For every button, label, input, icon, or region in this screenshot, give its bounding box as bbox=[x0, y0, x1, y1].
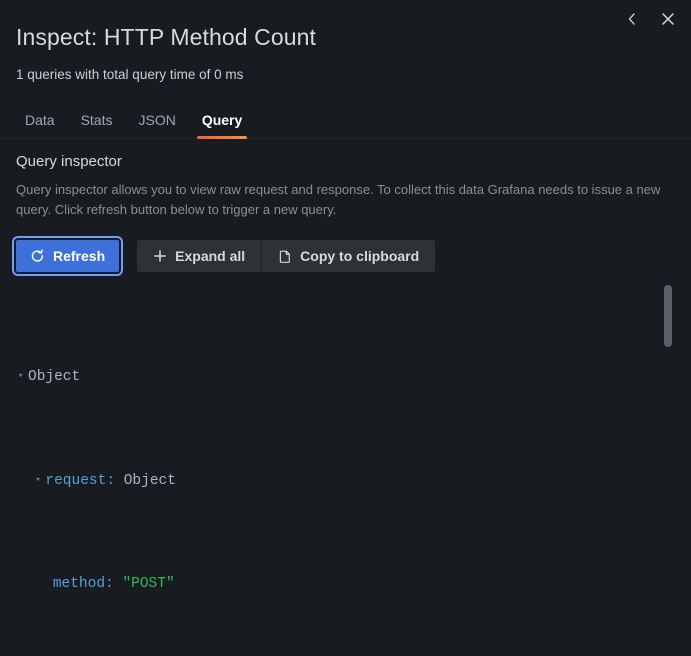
page-title: Inspect: HTTP Method Count bbox=[16, 24, 317, 50]
json-key-request: request: bbox=[45, 473, 116, 489]
close-icon[interactable] bbox=[655, 6, 681, 32]
json-value-method: "POST" bbox=[122, 576, 175, 592]
tab-json[interactable]: JSON bbox=[129, 112, 184, 138]
json-key-method: method: bbox=[52, 576, 114, 592]
vertical-scrollbar-thumb[interactable] bbox=[664, 285, 672, 347]
refresh-button[interactable]: Refresh bbox=[11, 236, 124, 276]
refresh-icon bbox=[30, 248, 45, 264]
query-inspector-drawer: Inspect: HTTP Method Count 1 queries wit… bbox=[0, 0, 691, 656]
json-row-method[interactable]: method: "POST" bbox=[18, 571, 675, 597]
inspector-body: Query inspector Query inspector allows y… bbox=[0, 139, 691, 656]
section-description: Query inspector allows you to view raw r… bbox=[16, 180, 675, 220]
json-tree: ▾ Object ▾ request: Object method: "POST" … bbox=[16, 285, 675, 656]
expand-all-button[interactable]: Expand all bbox=[137, 240, 262, 272]
expand-all-label: Expand all bbox=[175, 248, 246, 264]
copy-to-clipboard-button[interactable]: Copy to clipboard bbox=[261, 240, 436, 272]
chevron-down-icon[interactable]: ▾ bbox=[18, 363, 28, 389]
json-value-request-type: Object bbox=[123, 473, 176, 489]
json-row-request[interactable]: ▾ request: Object bbox=[18, 467, 675, 493]
json-tree-scroll-area[interactable]: ▾ Object ▾ request: Object method: "POST" … bbox=[16, 285, 675, 656]
clipboard-icon bbox=[278, 249, 292, 264]
copy-to-clipboard-label: Copy to clipboard bbox=[300, 248, 420, 264]
section-title: Query inspector bbox=[16, 153, 122, 170]
query-time-subtitle: 1 queries with total query time of 0 ms bbox=[16, 67, 244, 82]
tab-data[interactable]: Data bbox=[16, 112, 64, 138]
json-row-root[interactable]: ▾ Object bbox=[18, 363, 675, 389]
tab-query[interactable]: Query bbox=[193, 112, 251, 139]
section-description-line2: Click refresh button below to trigger a … bbox=[54, 202, 337, 217]
json-root-label: Object bbox=[28, 369, 81, 385]
secondary-button-group: Expand all Copy to clipboard bbox=[137, 240, 436, 272]
drawer-header: Inspect: HTTP Method Count 1 queries wit… bbox=[0, 0, 691, 84]
chevron-left-icon[interactable] bbox=[619, 6, 645, 32]
refresh-button-label: Refresh bbox=[53, 248, 106, 264]
tab-stats[interactable]: Stats bbox=[72, 112, 122, 138]
vertical-scrollbar-track[interactable] bbox=[661, 285, 675, 656]
inspector-toolbar: Refresh Expand all Copy to clipboard bbox=[11, 236, 675, 276]
plus-icon bbox=[153, 249, 167, 263]
chevron-down-icon[interactable]: ▾ bbox=[35, 467, 45, 493]
inspector-tabs: Data Stats JSON Query bbox=[0, 106, 691, 139]
header-actions bbox=[619, 6, 681, 32]
